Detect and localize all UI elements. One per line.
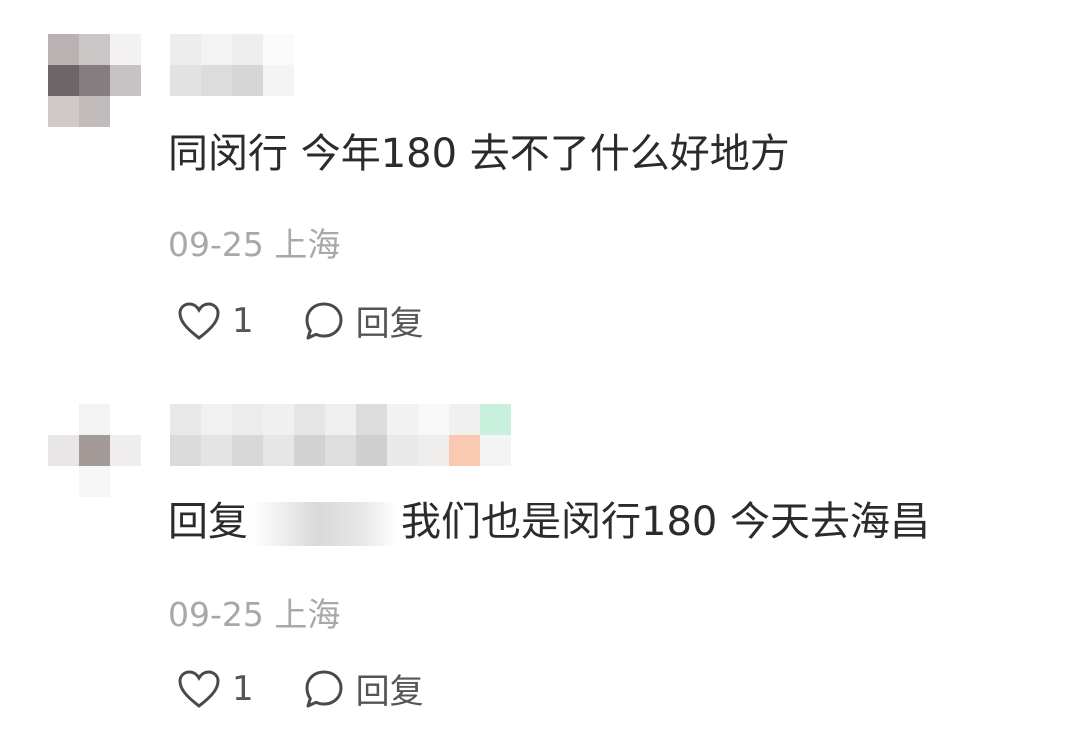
heart-outline-icon xyxy=(178,669,220,708)
like-count: 1 xyxy=(232,300,254,341)
reply-label: 回复 xyxy=(355,304,424,344)
reply-button[interactable]: 回复 xyxy=(302,664,424,713)
mentioned-username-blurred[interactable] xyxy=(252,502,397,546)
username-pixelated[interactable] xyxy=(170,404,511,466)
like-count: 1 xyxy=(232,668,254,709)
speech-bubble-icon xyxy=(305,302,343,339)
comment-date: 09-25 xyxy=(168,225,264,264)
comment-location: 上海 xyxy=(274,225,341,264)
reply-prefix: 回复 xyxy=(168,499,248,545)
avatar[interactable] xyxy=(48,34,141,127)
comment-actions: 1 回复 xyxy=(176,296,472,345)
username-pixelated[interactable] xyxy=(170,34,294,96)
comment-actions: 1 回复 xyxy=(176,664,472,713)
comment-location: 上海 xyxy=(274,595,341,634)
comment-text: 回复 我们也是闵行180 今天去海昌 xyxy=(168,498,930,546)
comment-text: 同闵行 今年180 去不了什么好地方 xyxy=(168,131,790,177)
reply-button[interactable]: 回复 xyxy=(302,296,424,345)
reply-text: 我们也是闵行180 今天去海昌 xyxy=(401,499,931,545)
avatar[interactable] xyxy=(48,404,141,497)
comment-date: 09-25 xyxy=(168,595,264,634)
reply-label: 回复 xyxy=(355,672,424,712)
like-button[interactable]: 1 xyxy=(176,300,254,342)
heart-outline-icon xyxy=(178,301,220,340)
speech-bubble-icon xyxy=(305,670,343,707)
comment-meta: 09-25 上海 xyxy=(168,218,340,266)
comment-meta: 09-25 上海 xyxy=(168,588,340,636)
like-button[interactable]: 1 xyxy=(176,668,254,710)
